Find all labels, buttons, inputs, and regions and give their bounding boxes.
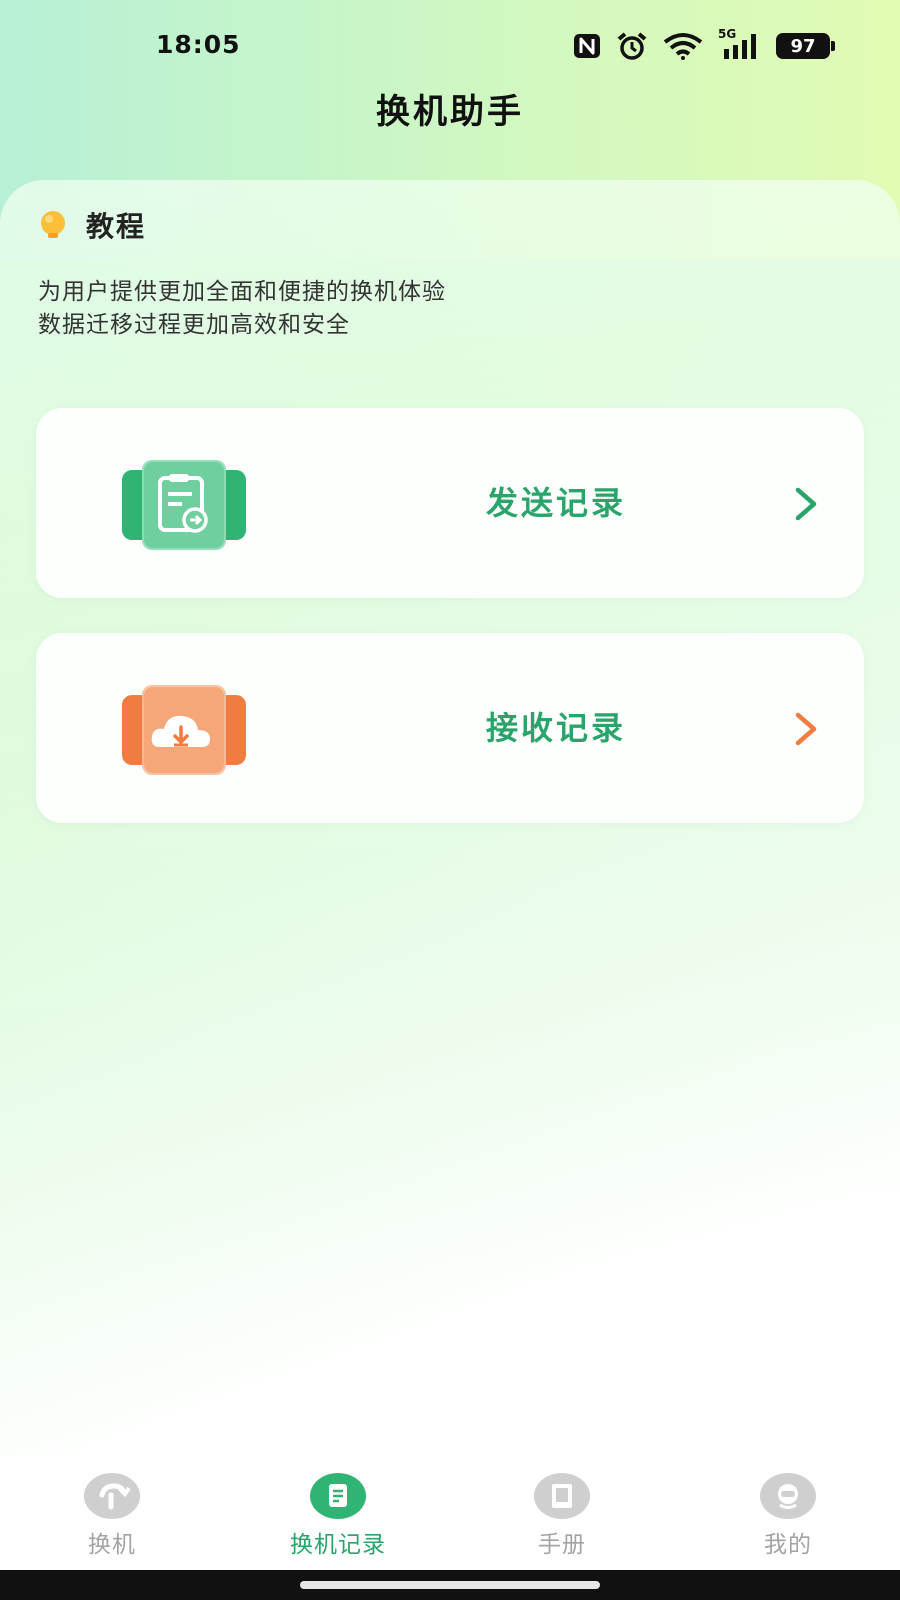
switch-phone-icon (84, 1473, 140, 1519)
tutorial-description-line-1: 为用户提供更加全面和便捷的换机体验 (38, 279, 446, 305)
nfc-icon (574, 34, 600, 58)
nav-item-records[interactable]: 换机记录 (268, 1455, 408, 1570)
chevron-right-icon (795, 487, 817, 521)
nav-label-switch: 换机 (88, 1532, 136, 1558)
status-time: 18:05 (156, 30, 241, 59)
battery-level: 97 (790, 35, 816, 57)
tutorial-title: 教程 (86, 210, 147, 243)
tutorial-header: 教程 (38, 205, 146, 245)
send-record-label: 发送记录 (485, 484, 626, 522)
tutorial-description-line-2: 数据迁移过程更加高效和安全 (38, 312, 350, 338)
cloud-download-icon (122, 685, 246, 775)
nav-label-manual: 手册 (538, 1532, 586, 1558)
status-icons: 5G 97 (572, 27, 835, 62)
receive-record-card[interactable]: 接收记录 (36, 633, 864, 823)
chevron-right-icon (795, 712, 817, 746)
battery-icon: 97 (776, 33, 835, 59)
nav-item-profile[interactable]: 我的 (718, 1455, 858, 1570)
signal-icon: 5G (718, 27, 762, 61)
send-record-card[interactable]: 发送记录 (36, 408, 864, 598)
nav-label-records: 换机记录 (290, 1532, 386, 1558)
wifi-icon (663, 33, 703, 60)
page-title: 换机助手 (376, 92, 524, 132)
nav-label-profile: 我的 (764, 1532, 812, 1558)
record-icon (310, 1473, 366, 1519)
receive-record-label: 接收记录 (485, 709, 626, 747)
nav-item-manual[interactable]: 手册 (492, 1455, 632, 1570)
profile-icon (760, 1473, 816, 1519)
nav-item-switch[interactable]: 换机 (42, 1455, 182, 1570)
send-record-icon (122, 460, 246, 550)
bottom-navigation: 换机 换机记录 手册 我的 (0, 1455, 900, 1570)
home-indicator[interactable] (300, 1581, 600, 1589)
status-bar: 18:05 5G 97 (0, 0, 900, 90)
manual-icon (534, 1473, 590, 1519)
lightbulb-icon (41, 211, 65, 238)
alarm-icon (617, 32, 647, 60)
